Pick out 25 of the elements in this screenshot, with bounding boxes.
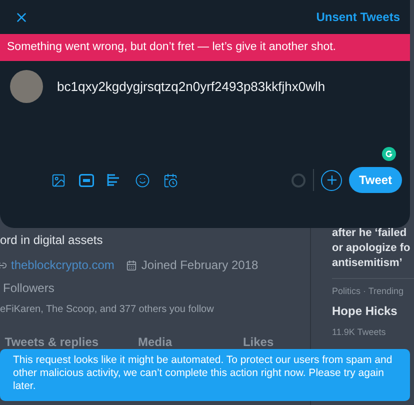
trend-category: Politics · Trending — [332, 285, 405, 298]
followed-by-text: eFiKaren, The Scoop, and 377 others you follow — [0, 303, 215, 317]
tweet-text: bc1qxy2kgdygjrsqtzq2n0yrf2493p83kkfjhx0wlh — [57, 78, 326, 96]
image-icon[interactable] — [51, 172, 66, 188]
add-tweet-button[interactable] — [321, 170, 342, 190]
joined-date: Joined February 2018 — [141, 257, 258, 274]
emoji-icon[interactable] — [135, 172, 150, 188]
trend-headline: after he ‘failed or apologize fo antisemitism’ — [332, 226, 412, 271]
tweet-button[interactable]: Tweet — [349, 167, 402, 193]
website-link[interactable]: theblockcrypto.com — [11, 256, 114, 274]
tweet-count: 11.9K Tweets — [332, 326, 387, 338]
error-banner: Something went wrong, but don’t fret — let’s give it another shot. — [0, 34, 410, 61]
plus-icon — [324, 173, 338, 187]
trend-topic[interactable]: Hope Hicks — [332, 302, 414, 320]
poll-icon[interactable] — [107, 173, 122, 187]
character-progress-ring — [291, 172, 306, 188]
avatar — [10, 70, 43, 103]
profile-bio: ord in digital assets — [0, 232, 104, 249]
schedule-icon[interactable] — [163, 172, 178, 188]
calendar-icon — [126, 260, 138, 270]
followers-label: Followers — [3, 280, 56, 297]
grammarly-icon[interactable] — [382, 147, 396, 161]
gif-icon[interactable] — [79, 174, 94, 186]
unsent-tweets-link[interactable]: Unsent Tweets — [316, 8, 400, 26]
automation-warning-toast: This request looks like it might be automated. To protect our users from spam and other malicious activity, we can’t complete this action right now. Please try again later. — [0, 349, 410, 401]
